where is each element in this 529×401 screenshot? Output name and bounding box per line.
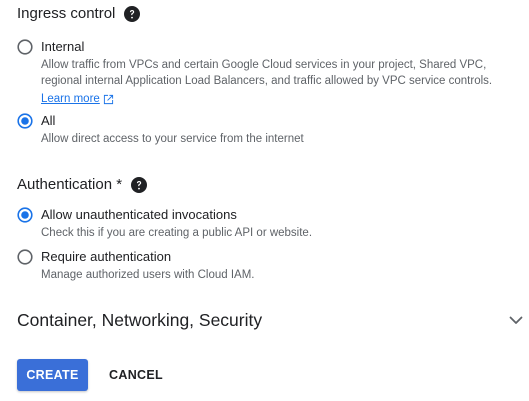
open-in-new-icon <box>103 94 114 105</box>
ingress-all-description: Allow direct access to your service from… <box>41 133 304 145</box>
learn-more-label: Learn more <box>41 93 100 105</box>
ingress-internal-description: Allow traffic from VPCs and certain Goog… <box>41 59 493 87</box>
ingress-control-heading: Ingress control <box>17 4 141 24</box>
authentication-title: Authentication * <box>17 176 123 193</box>
auth-option-require-authentication[interactable]: Require authentication Manage authorized… <box>17 248 255 283</box>
auth-allow-unauthenticated-label: Allow unauthenticated invocations <box>41 207 237 222</box>
radio-selected-icon[interactable] <box>17 113 33 129</box>
ingress-option-internal[interactable]: Internal Allow traffic from VPCs and cer… <box>17 38 511 107</box>
help-icon[interactable] <box>131 177 148 193</box>
auth-require-authentication-label: Require authentication <box>41 249 172 264</box>
chevron-down-icon[interactable] <box>508 312 524 328</box>
ingress-option-all[interactable]: All Allow direct access to your service … <box>17 112 304 147</box>
ingress-internal-label: Internal <box>41 39 85 54</box>
radio-selected-icon[interactable] <box>17 207 33 223</box>
auth-allow-unauthenticated-description: Check this if you are creating a public … <box>41 227 313 239</box>
auth-require-authentication-description: Manage authorized users with Cloud IAM. <box>41 269 255 281</box>
ingress-control-title: Ingress control <box>17 5 116 22</box>
help-icon[interactable] <box>124 6 141 22</box>
create-button[interactable]: CREATE <box>17 359 88 391</box>
auth-option-allow-unauthenticated[interactable]: Allow unauthenticated invocations Check … <box>17 206 312 241</box>
learn-more-link[interactable]: Learn more <box>41 91 114 107</box>
authentication-heading: Authentication * <box>17 175 148 195</box>
expander-title: Container, Networking, Security <box>17 309 263 330</box>
radio-unselected-icon[interactable] <box>17 39 33 55</box>
radio-unselected-icon[interactable] <box>17 249 33 265</box>
container-networking-security-expander[interactable]: Container, Networking, Security <box>17 307 528 333</box>
ingress-all-label: All <box>41 113 56 128</box>
cancel-button[interactable]: CANCEL <box>100 359 172 391</box>
